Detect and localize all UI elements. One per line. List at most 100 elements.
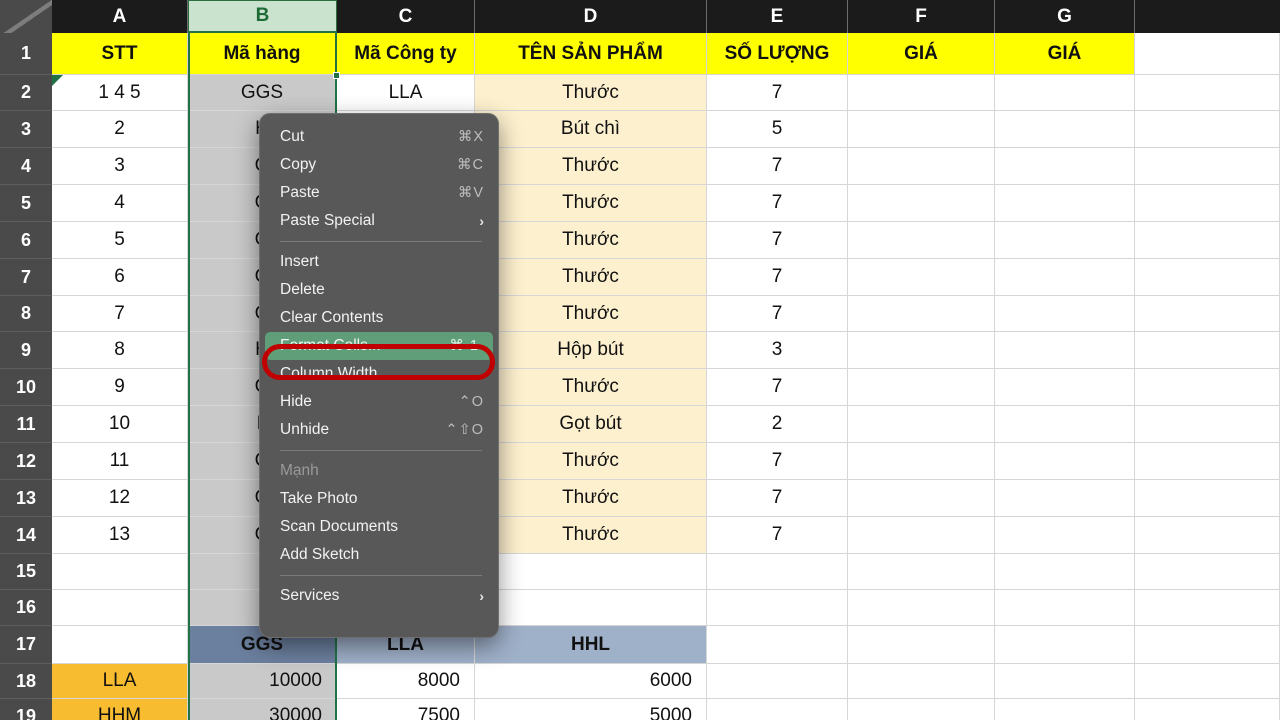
cell-A7[interactable]: 6 (52, 259, 188, 296)
cell-A14[interactable]: 13 (52, 517, 188, 554)
cell-H1[interactable] (1135, 33, 1280, 75)
cell-G14[interactable] (995, 517, 1135, 554)
row-header-11[interactable]: 11 (0, 406, 52, 443)
cell-E10[interactable]: 7 (707, 369, 848, 406)
cell-D7[interactable]: Thước (475, 259, 707, 296)
cell-D8[interactable]: Thước (475, 296, 707, 332)
column-header-d[interactable]: D (475, 0, 707, 33)
cell-A17[interactable] (52, 626, 188, 664)
cell-E13[interactable]: 7 (707, 480, 848, 517)
cell-E11[interactable]: 2 (707, 406, 848, 443)
cell-F12[interactable] (848, 443, 995, 480)
cell-C18[interactable]: 8000 (337, 664, 475, 699)
cell-G18[interactable] (995, 664, 1135, 699)
cell-G3[interactable] (995, 111, 1135, 148)
menu-item-copy[interactable]: Copy ⌘C (260, 151, 498, 179)
cell-A2[interactable]: 1 4 5 (52, 75, 188, 111)
cell-A15[interactable] (52, 554, 188, 590)
cell-H6[interactable] (1135, 222, 1280, 259)
cell-A5[interactable]: 4 (52, 185, 188, 222)
column-header-strip[interactable]: ABCDEFG (0, 0, 1280, 33)
row-header-10[interactable]: 10 (0, 369, 52, 406)
column-header-b[interactable]: B (188, 0, 337, 33)
cell-A8[interactable]: 7 (52, 296, 188, 332)
cell-B2[interactable]: GGS (188, 75, 337, 111)
menu-item-add-sketch[interactable]: Add Sketch (260, 541, 498, 569)
row-header-7[interactable]: 7 (0, 259, 52, 296)
cell-G6[interactable] (995, 222, 1135, 259)
cell-D6[interactable]: Thước (475, 222, 707, 259)
cell-H18[interactable] (1135, 664, 1280, 699)
cell-A16[interactable] (52, 590, 188, 626)
row-header-3[interactable]: 3 (0, 111, 52, 148)
cell-H9[interactable] (1135, 332, 1280, 369)
row-header-16[interactable]: 16 (0, 590, 52, 626)
row-header-12[interactable]: 12 (0, 443, 52, 480)
menu-item-column-width[interactable]: Column Width... (260, 360, 498, 388)
cell-H3[interactable] (1135, 111, 1280, 148)
cell-D4[interactable]: Thước (475, 148, 707, 185)
cell-E4[interactable]: 7 (707, 148, 848, 185)
cell-H19[interactable] (1135, 699, 1280, 720)
cell-G15[interactable] (995, 554, 1135, 590)
menu-item-paste[interactable]: Paste ⌘V (260, 179, 498, 207)
menu-item-hide[interactable]: Hide ⌃O (260, 388, 498, 416)
cell-F18[interactable] (848, 664, 995, 699)
cell-E16[interactable] (707, 590, 848, 626)
cell-D1[interactable]: TÊN SẢN PHẨM (475, 33, 707, 75)
cell-H8[interactable] (1135, 296, 1280, 332)
cell-G19[interactable] (995, 699, 1135, 720)
cell-H17[interactable] (1135, 626, 1280, 664)
cell-H10[interactable] (1135, 369, 1280, 406)
cell-E2[interactable]: 7 (707, 75, 848, 111)
cell-C19[interactable]: 7500 (337, 699, 475, 720)
cell-D11[interactable]: Gọt bút (475, 406, 707, 443)
menu-item-delete[interactable]: Delete (260, 276, 498, 304)
row-header-18[interactable]: 18 (0, 664, 52, 699)
row-header-5[interactable]: 5 (0, 185, 52, 222)
cell-H2[interactable] (1135, 75, 1280, 111)
column-header-g[interactable]: G (995, 0, 1135, 33)
cell-E17[interactable] (707, 626, 848, 664)
cell-F10[interactable] (848, 369, 995, 406)
cell-D2[interactable]: Thước (475, 75, 707, 111)
cell-F19[interactable] (848, 699, 995, 720)
cell-A19[interactable]: HHM (52, 699, 188, 720)
cell-G10[interactable] (995, 369, 1135, 406)
row-header-1[interactable]: 1 (0, 33, 52, 75)
cell-G2[interactable] (995, 75, 1135, 111)
cell-A18[interactable]: LLA (52, 664, 188, 699)
cell-E18[interactable] (707, 664, 848, 699)
cell-D5[interactable]: Thước (475, 185, 707, 222)
cell-H7[interactable] (1135, 259, 1280, 296)
menu-item-scan-documents[interactable]: Scan Documents (260, 513, 498, 541)
row-header-17[interactable]: 17 (0, 626, 52, 664)
cell-G11[interactable] (995, 406, 1135, 443)
column-header-e[interactable]: E (707, 0, 848, 33)
cell-G13[interactable] (995, 480, 1135, 517)
cell-H16[interactable] (1135, 590, 1280, 626)
cell-D19[interactable]: 5000 (475, 699, 707, 720)
cell-H5[interactable] (1135, 185, 1280, 222)
cell-F7[interactable] (848, 259, 995, 296)
cell-A11[interactable]: 10 (52, 406, 188, 443)
cell-F3[interactable] (848, 111, 995, 148)
cell-F16[interactable] (848, 590, 995, 626)
cell-F4[interactable] (848, 148, 995, 185)
cell-H13[interactable] (1135, 480, 1280, 517)
cell-F15[interactable] (848, 554, 995, 590)
cell-D10[interactable]: Thước (475, 369, 707, 406)
cell-E6[interactable]: 7 (707, 222, 848, 259)
cell-F1[interactable]: GIÁ (848, 33, 995, 75)
cell-G4[interactable] (995, 148, 1135, 185)
cell-A9[interactable]: 8 (52, 332, 188, 369)
cell-E14[interactable]: 7 (707, 517, 848, 554)
cell-F8[interactable] (848, 296, 995, 332)
menu-item-paste-special[interactable]: Paste Special › (260, 207, 498, 235)
row-header-13[interactable]: 13 (0, 480, 52, 517)
row-header-14[interactable]: 14 (0, 517, 52, 554)
cell-A12[interactable]: 11 (52, 443, 188, 480)
cell-H14[interactable] (1135, 517, 1280, 554)
menu-item-services[interactable]: Services › (260, 582, 498, 610)
menu-item-format-cells[interactable]: Format Cells... ⌘ 1 (265, 332, 493, 360)
